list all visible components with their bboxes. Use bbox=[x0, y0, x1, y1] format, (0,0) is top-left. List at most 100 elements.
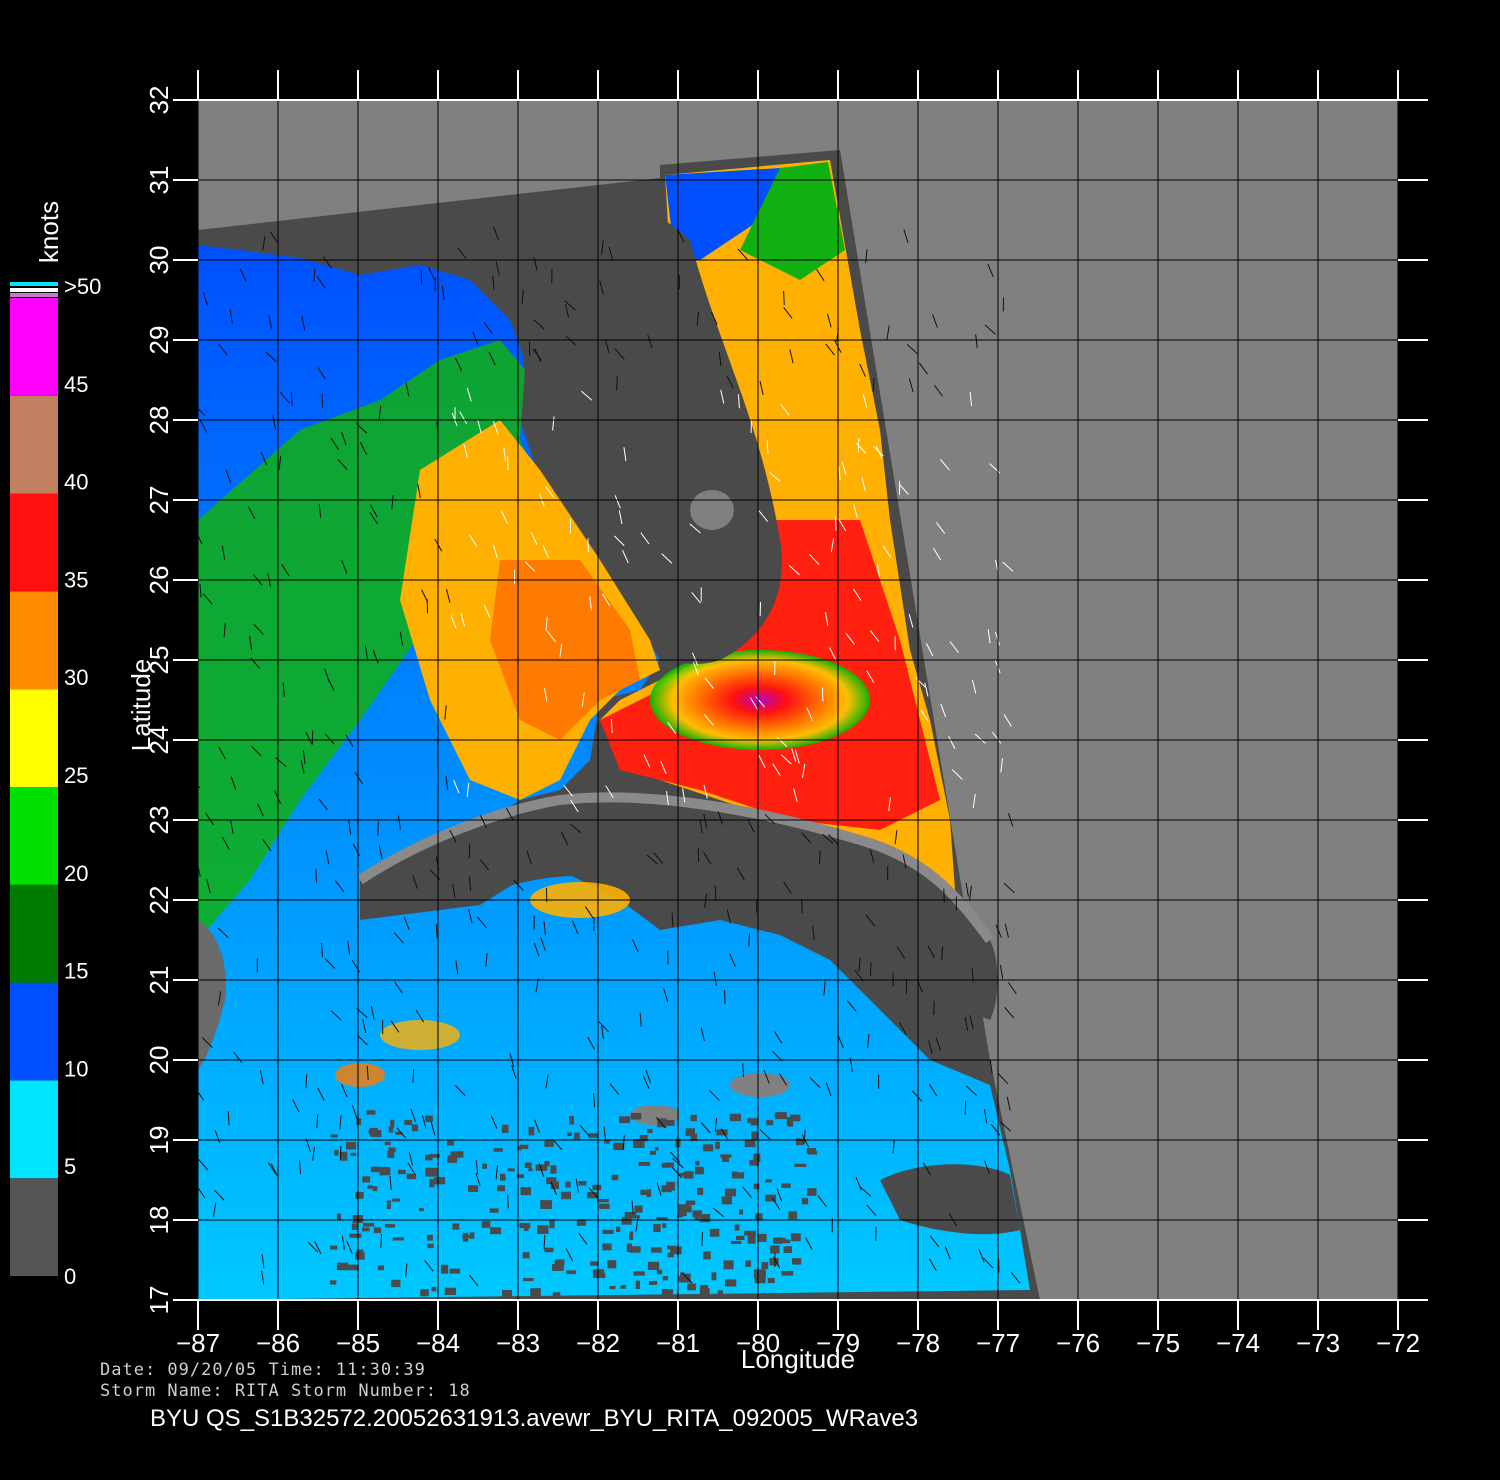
low-wind-pixel bbox=[791, 1258, 802, 1265]
low-wind-pixel bbox=[599, 1203, 610, 1209]
low-wind-pixel bbox=[620, 1284, 626, 1289]
low-wind-pixel bbox=[469, 1232, 475, 1239]
low-wind-pixel bbox=[345, 1141, 356, 1150]
low-wind-pixel bbox=[387, 1150, 395, 1158]
low-wind-pixel bbox=[735, 1235, 745, 1241]
low-wind-pixel bbox=[447, 1155, 458, 1163]
wind-barb bbox=[701, 1232, 704, 1247]
colorbar-band bbox=[10, 395, 58, 494]
low-wind-pixel bbox=[373, 1227, 382, 1234]
low-wind-pixel bbox=[587, 1191, 599, 1199]
lon-tick-label: −72 bbox=[1376, 1328, 1420, 1358]
low-wind-pixel bbox=[482, 1163, 487, 1169]
low-wind-pixel bbox=[634, 1205, 643, 1213]
low-wind-pixel bbox=[795, 1138, 805, 1146]
low-wind-pixel bbox=[734, 1224, 740, 1231]
low-wind-pixel bbox=[370, 1127, 378, 1137]
lon-tick-label: −86 bbox=[256, 1328, 300, 1358]
low-wind-pixel bbox=[656, 1269, 663, 1275]
low-wind-pixel bbox=[351, 1223, 358, 1230]
low-wind-pixel bbox=[565, 1181, 571, 1188]
low-wind-pixel bbox=[602, 1243, 612, 1251]
low-wind-pixel bbox=[431, 1286, 437, 1292]
low-wind-pixel bbox=[666, 1162, 674, 1168]
colorbar-tick-label: 15 bbox=[64, 959, 88, 984]
low-wind-pixel bbox=[725, 1188, 736, 1197]
lon-tick-label: −77 bbox=[976, 1328, 1020, 1358]
low-wind-pixel bbox=[611, 1174, 619, 1181]
low-wind-pixel bbox=[523, 1278, 534, 1282]
wind-barb bbox=[783, 291, 785, 306]
colorbar-tick-label: 35 bbox=[64, 567, 88, 592]
low-wind-pixel bbox=[750, 1119, 758, 1126]
low-wind-pixel bbox=[560, 1191, 572, 1200]
low-wind-pixel bbox=[647, 1128, 653, 1133]
low-wind-pixel bbox=[596, 1198, 609, 1203]
low-wind-pixel bbox=[699, 1214, 711, 1223]
low-wind-pixel bbox=[566, 1270, 576, 1275]
low-wind-pixel bbox=[702, 1144, 714, 1152]
low-wind-pixel bbox=[362, 1176, 371, 1183]
low-wind-pixel bbox=[649, 1150, 657, 1155]
low-wind-pixel bbox=[699, 1287, 710, 1295]
lat-tick-label: 18 bbox=[144, 1206, 174, 1235]
wind-barb bbox=[507, 1194, 509, 1209]
low-wind-pixel bbox=[666, 1181, 676, 1191]
low-wind-pixel bbox=[452, 1223, 460, 1230]
low-wind-pixel bbox=[633, 1271, 645, 1276]
colorbar-top-stripe bbox=[10, 288, 58, 292]
low-wind-pixel bbox=[640, 1189, 649, 1196]
low-wind-pixel bbox=[362, 1227, 370, 1232]
colorbar-band bbox=[10, 787, 58, 885]
low-wind-pixel bbox=[687, 1283, 696, 1291]
colorbar-top-stripe bbox=[10, 282, 58, 286]
low-wind-pixel bbox=[697, 1187, 704, 1195]
low-wind-pixel bbox=[609, 1285, 616, 1290]
low-wind-pixel bbox=[651, 1247, 662, 1253]
lat-tick-label: 19 bbox=[144, 1126, 174, 1155]
low-wind-pixel bbox=[592, 1269, 605, 1278]
lon-tick-label: −76 bbox=[1056, 1328, 1100, 1358]
lat-tick-label: 20 bbox=[144, 1046, 174, 1075]
colorbar-tick-label: 25 bbox=[64, 763, 88, 788]
low-wind-pixel bbox=[626, 1243, 633, 1252]
wind-barb bbox=[377, 821, 379, 836]
colorbar-band bbox=[10, 591, 58, 690]
low-wind-pixel bbox=[662, 1276, 668, 1281]
lat-tick-label: 27 bbox=[144, 486, 174, 515]
low-wind-pixel bbox=[780, 1237, 786, 1244]
low-wind-pixel bbox=[490, 1227, 502, 1235]
low-wind-pixel bbox=[807, 1188, 817, 1196]
low-wind-pixel bbox=[632, 1214, 640, 1219]
low-wind-pixel bbox=[336, 1213, 341, 1220]
low-wind-pixel bbox=[349, 1233, 362, 1238]
low-wind-pixel bbox=[500, 1173, 506, 1181]
low-wind-pixel bbox=[519, 1223, 531, 1229]
wind-patch-caribbean-1 bbox=[380, 1020, 460, 1050]
low-wind-pixel bbox=[790, 1233, 801, 1242]
low-wind-pixel bbox=[780, 1183, 791, 1188]
low-wind-pixel bbox=[590, 1261, 598, 1266]
low-wind-pixel bbox=[745, 1260, 752, 1267]
low-wind-pixel bbox=[330, 1280, 337, 1285]
low-wind-pixel bbox=[619, 1116, 631, 1124]
low-wind-pixel bbox=[662, 1223, 667, 1228]
colorbar-tick-label: 5 bbox=[64, 1154, 76, 1179]
low-wind-pixel bbox=[770, 1245, 780, 1254]
low-wind-pixel bbox=[550, 1165, 557, 1174]
low-wind-pixel bbox=[426, 1116, 433, 1123]
low-wind-pixel bbox=[330, 1134, 338, 1138]
low-wind-pixel bbox=[602, 1229, 614, 1234]
low-wind-pixel bbox=[761, 1262, 769, 1270]
low-wind-pixel bbox=[551, 1264, 564, 1271]
low-wind-pixel bbox=[367, 1185, 373, 1189]
low-wind-pixel bbox=[786, 1117, 792, 1126]
colorbar-tick-label: 40 bbox=[64, 470, 88, 495]
low-wind-pixel bbox=[685, 1128, 695, 1137]
colorbar-band bbox=[10, 689, 58, 787]
low-wind-pixel bbox=[576, 1219, 586, 1226]
low-wind-pixel bbox=[711, 1272, 717, 1281]
low-wind-pixel bbox=[440, 1264, 449, 1274]
low-wind-pixel bbox=[447, 1140, 455, 1146]
colorbar-tick-label: 10 bbox=[64, 1056, 88, 1081]
